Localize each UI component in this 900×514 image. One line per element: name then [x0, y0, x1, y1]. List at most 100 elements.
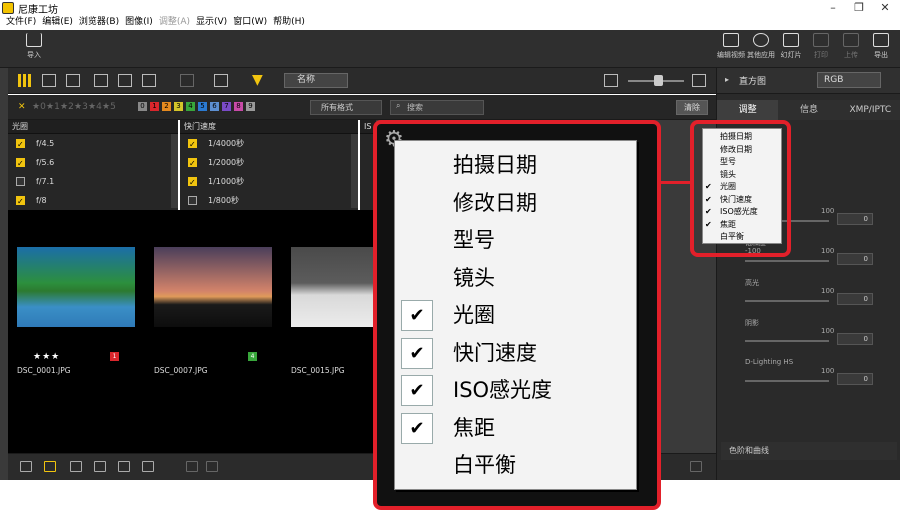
- label-filter[interactable]: 8: [234, 102, 243, 111]
- histogram-header[interactable]: ▸ 直方图 RGB: [717, 68, 900, 94]
- column-menu-item[interactable]: 修改日期: [703, 144, 783, 156]
- next-icon[interactable]: [690, 461, 702, 472]
- stack-icon[interactable]: [20, 461, 32, 472]
- stack-selected-icon[interactable]: [44, 461, 56, 472]
- slider-value-input[interactable]: 0: [837, 293, 873, 305]
- slider-track[interactable]: [745, 340, 829, 342]
- column-menu-item[interactable]: ✔ 快门速度: [395, 335, 638, 372]
- label-filter[interactable]: 4: [186, 102, 195, 111]
- rating-filter[interactable]: ✕: [18, 102, 26, 112]
- filmstrip-view-icon[interactable]: [66, 74, 80, 87]
- facet-row[interactable]: 1/800秒: [180, 191, 358, 210]
- list-view-icon[interactable]: [42, 74, 56, 87]
- levels-curves-header[interactable]: 色阶和曲线: [721, 442, 897, 460]
- facet-scrollbar[interactable]: [351, 134, 358, 208]
- info-icon[interactable]: [118, 461, 130, 472]
- histogram-icon[interactable]: [142, 461, 154, 472]
- search-input[interactable]: 搜索: [390, 100, 484, 115]
- thumb-size-knob[interactable]: [654, 75, 663, 86]
- column-menu-item[interactable]: 拍摄日期: [395, 147, 638, 184]
- menu-edit[interactable]: 编辑(E): [42, 16, 73, 30]
- rating-filter[interactable]: ★0: [32, 102, 46, 112]
- menu-window[interactable]: 窗口(W): [233, 16, 267, 30]
- rating-filter[interactable]: ★1: [46, 102, 60, 112]
- facet-checkbox[interactable]: [188, 154, 197, 173]
- upload-button[interactable]: 上传: [836, 33, 866, 60]
- menu-image[interactable]: 图像(I): [125, 16, 153, 30]
- small-thumb-icon[interactable]: [604, 74, 618, 87]
- before-after-icon[interactable]: [142, 74, 156, 87]
- thumbnail-image[interactable]: [154, 247, 272, 327]
- column-menu-item[interactable]: 镜头: [395, 260, 638, 297]
- minimize-button[interactable]: –: [820, 0, 846, 16]
- thumbnail-image[interactable]: [17, 247, 135, 327]
- column-menu-item[interactable]: 型号: [703, 156, 783, 168]
- rotate-right-icon[interactable]: [206, 461, 218, 472]
- clear-button[interactable]: 清除: [676, 100, 708, 115]
- sort-select[interactable]: 名称: [284, 73, 348, 88]
- format-select[interactable]: 所有格式: [310, 100, 382, 115]
- column-menu-item[interactable]: ✔ 焦距: [703, 219, 783, 231]
- facet-row[interactable]: 1/1000秒: [180, 172, 358, 192]
- slideshow-button[interactable]: 幻灯片: [776, 33, 806, 60]
- column-menu-item[interactable]: 镜头: [703, 169, 783, 181]
- facet-row[interactable]: 1/2000秒: [180, 153, 358, 173]
- facet-row[interactable]: f/4.5: [8, 134, 178, 154]
- viewer-icon[interactable]: [94, 74, 108, 87]
- facet-checkbox[interactable]: [188, 173, 197, 192]
- menu-view[interactable]: 显示(V): [196, 16, 227, 30]
- rotate-icon[interactable]: [180, 74, 194, 87]
- edit-video-button[interactable]: 编辑视频: [716, 33, 746, 60]
- column-menu-item[interactable]: ✔ 快门速度: [703, 194, 783, 206]
- tab-adjust[interactable]: 调整: [717, 100, 779, 120]
- close-button[interactable]: ✕: [872, 0, 898, 16]
- other-apps-button[interactable]: 其他应用: [746, 33, 776, 60]
- column-menu-item[interactable]: ✔ ISO感光度: [395, 372, 638, 409]
- facet-checkbox[interactable]: [16, 177, 25, 186]
- slider-value-input[interactable]: 0: [837, 333, 873, 345]
- facet-checkbox[interactable]: [188, 196, 197, 205]
- label-filter[interactable]: 9: [246, 102, 255, 111]
- label-filter[interactable]: 7: [222, 102, 231, 111]
- grid-icon[interactable]: [94, 461, 106, 472]
- fullscreen-icon[interactable]: [70, 461, 82, 472]
- histogram-mode-select[interactable]: RGB: [817, 72, 881, 88]
- menu-file[interactable]: 文件(F): [6, 16, 36, 30]
- rating-filter[interactable]: ★2: [60, 102, 74, 112]
- facet-row[interactable]: 1/4000秒: [180, 134, 358, 154]
- facet-row[interactable]: f/5.6: [8, 153, 178, 173]
- import-button[interactable]: 导入: [19, 33, 49, 60]
- rating-filter[interactable]: ★4: [88, 102, 102, 112]
- label-filter[interactable]: 6: [210, 102, 219, 111]
- maximize-button[interactable]: ❐: [846, 0, 872, 16]
- menu-browser[interactable]: 浏览器(B): [79, 16, 119, 30]
- export-button[interactable]: 导出: [866, 33, 896, 60]
- column-menu-item[interactable]: ✔ ISO感光度: [703, 206, 783, 218]
- compare-view-icon[interactable]: [118, 74, 132, 87]
- large-thumb-icon[interactable]: [692, 74, 706, 87]
- label-filter[interactable]: 3: [174, 102, 183, 111]
- column-menu-item[interactable]: ✔ 焦距: [395, 410, 638, 447]
- label-filter[interactable]: 2: [162, 102, 171, 111]
- slider-track[interactable]: [745, 260, 829, 262]
- column-menu-item[interactable]: 型号: [395, 222, 638, 259]
- facet-checkbox[interactable]: [16, 154, 25, 173]
- tab-xmp[interactable]: XMP/IPTC: [839, 100, 900, 120]
- column-menu-item[interactable]: 白平衡: [703, 231, 783, 243]
- menu-help[interactable]: 帮助(H): [273, 16, 305, 30]
- rating-filter[interactable]: ★3: [74, 102, 88, 112]
- column-menu-item[interactable]: 修改日期: [395, 185, 638, 222]
- column-menu-item[interactable]: ✔ 光圈: [703, 181, 783, 193]
- tab-info[interactable]: 信息: [778, 100, 840, 120]
- facet-row[interactable]: f/8: [8, 191, 178, 211]
- column-menu-item[interactable]: 拍摄日期: [703, 131, 783, 143]
- rating-filter[interactable]: ★5: [102, 102, 116, 112]
- rotate-left-icon[interactable]: [186, 461, 198, 472]
- facet-checkbox[interactable]: [16, 135, 25, 154]
- facet-checkbox[interactable]: [188, 135, 197, 154]
- facet-scrollbar[interactable]: [171, 134, 178, 208]
- facet-checkbox[interactable]: [16, 192, 25, 211]
- slider-value-input[interactable]: 0: [837, 253, 873, 265]
- facet-row[interactable]: f/7.1: [8, 172, 178, 191]
- fit-icon[interactable]: [214, 74, 228, 87]
